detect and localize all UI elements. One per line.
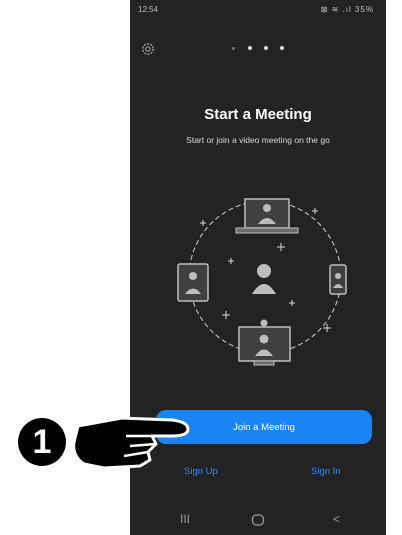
meeting-illustration (177, 198, 347, 366)
step-number-badge: 1 (18, 418, 66, 466)
page-subtitle: Start or join a video meeting on the go (186, 135, 330, 145)
page-dot (264, 46, 268, 50)
page-indicator (232, 44, 288, 52)
page-title: Start a Meeting (204, 106, 312, 123)
page-dot (280, 46, 284, 50)
gear-icon[interactable] (140, 41, 156, 57)
back-button[interactable]: < (333, 512, 340, 526)
status-time: 12:54 (138, 5, 159, 14)
recent-apps-button[interactable]: III (180, 512, 190, 526)
page-dot (232, 46, 235, 50)
pointing-hand-icon (72, 416, 190, 470)
tablet-icon (177, 263, 209, 302)
home-icon[interactable] (251, 514, 265, 526)
laptop-icon (235, 198, 299, 234)
system-nav-bar: III < (130, 510, 386, 535)
status-bar: 12:54 ⊠ ≋ .ıl 35% (130, 0, 386, 18)
page-dot-active (248, 46, 252, 50)
sign-in-link[interactable]: Sign In (311, 466, 341, 477)
status-indicators: ⊠ ≋ .ıl 35% (320, 5, 374, 14)
conference-screen-icon (238, 319, 291, 366)
person-icon (252, 264, 276, 294)
phone-icon (329, 264, 347, 295)
